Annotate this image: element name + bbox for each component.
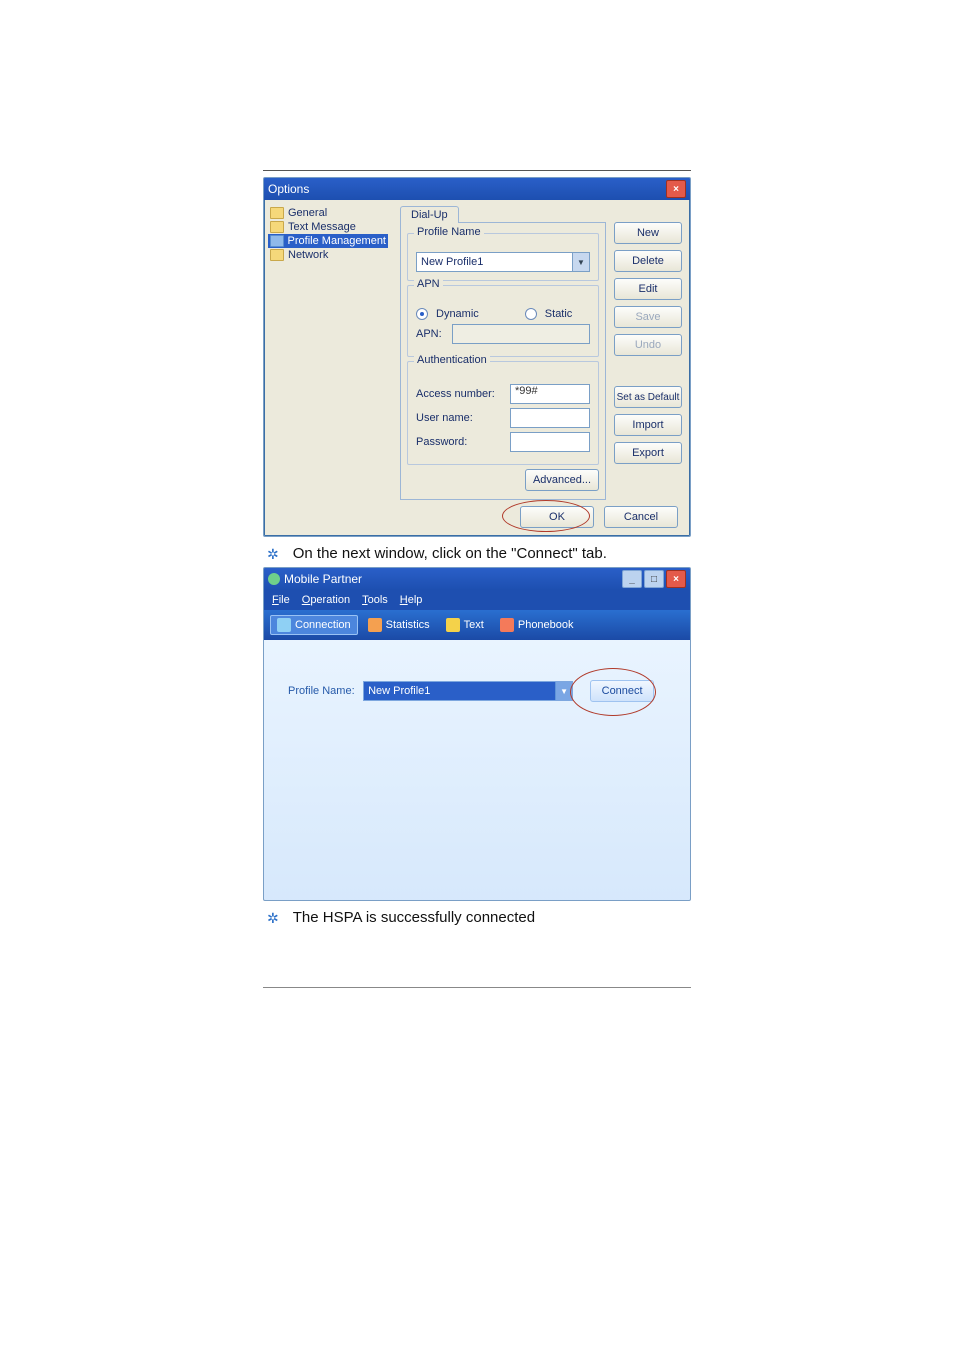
set-default-button[interactable]: Set as Default (614, 386, 682, 408)
label-password: Password: (416, 436, 502, 448)
toolbar-phonebook[interactable]: Phonebook (494, 616, 580, 634)
mp-titlebar: Mobile Partner _ □ × (264, 568, 690, 590)
dialup-panel: Profile Name New Profile1 ▼ APN Dynamic (400, 222, 606, 500)
mp-title: Mobile Partner (284, 572, 362, 586)
globe-icon (268, 573, 280, 585)
bullet-1: ✲ On the next window, click on the "Conn… (267, 545, 691, 563)
chart-icon (368, 618, 382, 632)
profile-name-combo[interactable]: New Profile1 ▼ (416, 252, 590, 272)
connect-button[interactable]: Connect (590, 680, 654, 702)
close-icon[interactable]: × (666, 570, 686, 588)
options-footer: OK Cancel (264, 500, 690, 534)
bullet-icon: ✲ (267, 545, 279, 563)
minimize-icon[interactable]: _ (622, 570, 642, 588)
mobile-partner-screenshot: Mobile Partner _ □ × File Operation Tool… (263, 567, 691, 901)
options-button-column: New Delete Edit Save Undo Set as Default… (614, 200, 690, 500)
bullet-2: ✲ The HSPA is successfully connected (267, 909, 691, 927)
import-button[interactable]: Import (614, 414, 682, 436)
export-button[interactable]: Export (614, 442, 682, 464)
ok-button[interactable]: OK (520, 506, 594, 528)
maximize-icon[interactable]: □ (644, 570, 664, 588)
mp-menubar: File Operation Tools Help (264, 590, 690, 610)
tab-dialup[interactable]: Dial-Up (400, 206, 459, 223)
tree-item-text-message[interactable]: Text Message (268, 220, 388, 234)
access-number-input[interactable]: *99# (510, 384, 590, 404)
menu-tools[interactable]: Tools (362, 594, 388, 606)
folder-icon (270, 221, 284, 233)
label-access-number: Access number: (416, 388, 502, 400)
bottom-rule (263, 987, 691, 988)
folder-icon (270, 235, 284, 247)
options-dialog-screenshot: Options × General Text Message Profile M… (263, 177, 691, 537)
toolbar-text[interactable]: Text (440, 616, 490, 634)
close-icon[interactable]: × (666, 180, 686, 198)
legend-apn: APN (414, 278, 443, 290)
mp-profile-label: Profile Name: (288, 685, 360, 697)
edit-button[interactable]: Edit (614, 278, 682, 300)
options-titlebar: Options × (264, 178, 690, 200)
top-rule (263, 170, 691, 171)
mp-profile-combo[interactable]: New Profile1 ▼ (363, 681, 573, 701)
toolbar-text-label: Text (464, 619, 484, 631)
menu-file[interactable]: File (272, 594, 290, 606)
tree-label-network: Network (288, 249, 328, 261)
options-title: Options (268, 182, 309, 196)
advanced-button[interactable]: Advanced... (525, 469, 599, 491)
toolbar-statistics[interactable]: Statistics (362, 616, 436, 634)
delete-button[interactable]: Delete (614, 250, 682, 272)
tree-item-general[interactable]: General (268, 206, 388, 220)
cancel-button[interactable]: Cancel (604, 506, 678, 528)
bullet-2-text: The HSPA is successfully connected (293, 909, 691, 926)
bullet-1-text: On the next window, click on the "Connec… (293, 545, 691, 562)
bullet-icon: ✲ (267, 909, 279, 927)
toolbar-statistics-label: Statistics (386, 619, 430, 631)
label-dynamic: Dynamic (436, 308, 479, 320)
new-button[interactable]: New (614, 222, 682, 244)
globe-icon (277, 618, 291, 632)
person-icon (500, 618, 514, 632)
toolbar-connection[interactable]: Connection (270, 615, 358, 635)
chevron-down-icon: ▼ (572, 253, 589, 271)
label-user-name: User name: (416, 412, 502, 424)
save-button: Save (614, 306, 682, 328)
folder-icon (270, 207, 284, 219)
mp-toolbar: Connection Statistics Text Phonebook (264, 610, 690, 640)
legend-auth: Authentication (414, 354, 490, 366)
folder-icon (270, 249, 284, 261)
envelope-icon (446, 618, 460, 632)
toolbar-connection-label: Connection (295, 619, 351, 631)
mp-body: Profile Name: New Profile1 ▼ Connect (264, 640, 690, 901)
options-tree: General Text Message Profile Management … (264, 200, 392, 500)
toolbar-phonebook-label: Phonebook (518, 619, 574, 631)
apn-input[interactable] (452, 324, 590, 344)
radio-static[interactable] (525, 308, 537, 320)
chevron-down-icon: ▼ (555, 682, 572, 700)
label-static: Static (545, 308, 573, 320)
menu-help[interactable]: Help (400, 594, 423, 606)
options-tab-area: Dial-Up Profile Name New Profile1 ▼ APN (392, 200, 614, 500)
tree-item-profile-management[interactable]: Profile Management (268, 234, 388, 248)
tree-label-general: General (288, 207, 327, 219)
label-apn: APN: (416, 328, 444, 340)
menu-operation[interactable]: Operation (302, 594, 350, 606)
undo-button: Undo (614, 334, 682, 356)
legend-profile-name: Profile Name (414, 226, 484, 238)
password-input[interactable] (510, 432, 590, 452)
mp-profile-value: New Profile1 (368, 685, 430, 697)
user-name-input[interactable] (510, 408, 590, 428)
tree-label-profile-management: Profile Management (288, 235, 386, 247)
group-profile-name: Profile Name New Profile1 ▼ (407, 233, 599, 281)
group-apn: APN Dynamic Static APN: (407, 285, 599, 357)
tree-label-text-message: Text Message (288, 221, 356, 233)
tree-item-network[interactable]: Network (268, 248, 388, 262)
radio-dynamic[interactable] (416, 308, 428, 320)
profile-name-value: New Profile1 (421, 256, 483, 268)
group-authentication: Authentication Access number: *99# User … (407, 361, 599, 465)
